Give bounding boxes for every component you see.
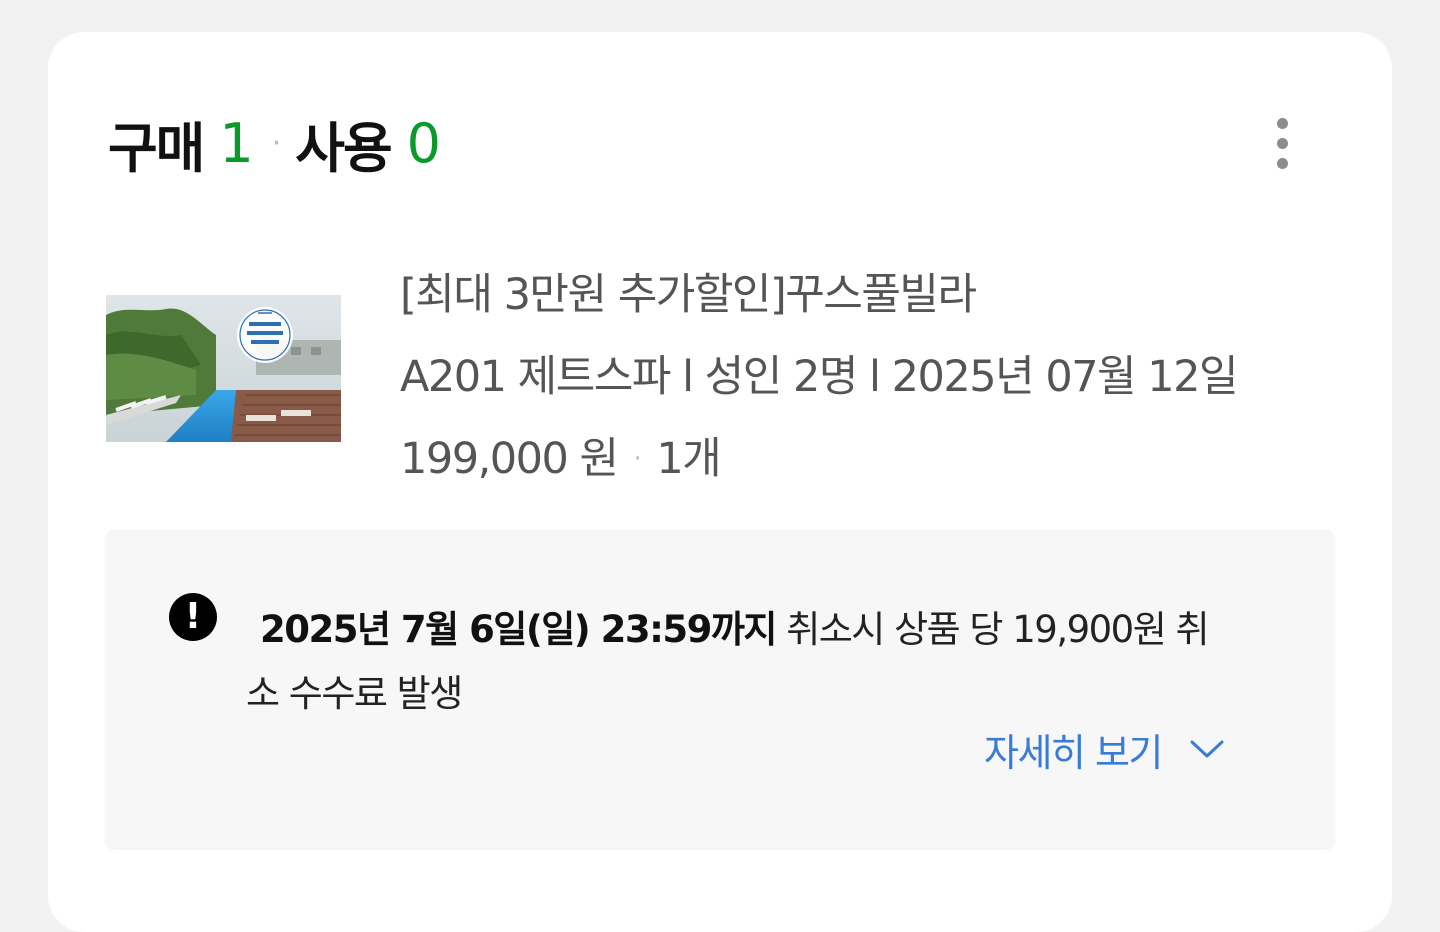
notice-text: 2025년 7월 6일(일) 23:59까지 취소시 상품 당 19,900원 … <box>246 598 1246 726</box>
purchase-label: 구매 <box>108 116 205 180</box>
product-option: A201 제트스파 l 성인 2명 l 2025년 07월 12일 <box>400 352 1239 402</box>
summary-separator: · <box>271 125 282 161</box>
notice-message-part1: 취소시 상품 당 19,900원 취 <box>775 608 1209 651</box>
cancellation-deadline: 2025년 7월 6일(일) 23:59까지 <box>260 608 777 651</box>
pool-villa-image <box>106 295 341 442</box>
order-summary: 구매 1 · 사용 0 <box>108 110 442 180</box>
use-label: 사용 <box>295 116 392 180</box>
chevron-down-icon <box>1190 740 1224 758</box>
more-options-button[interactable] <box>1258 110 1306 176</box>
notice-first-line: 2025년 7월 6일(일) 23:59까지 취소시 상품 당 19,900원 … <box>246 598 1246 662</box>
product-quantity: 1개 <box>656 434 721 484</box>
vertical-dots-icon <box>1276 117 1288 129</box>
purchase-count: 1 <box>219 111 254 175</box>
view-details-label: 자세히 보기 <box>984 730 1163 775</box>
product-price: 199,000 원 <box>400 434 619 484</box>
price-separator: · <box>633 444 642 474</box>
cancellation-notice: ! 2025년 7월 6일(일) 23:59까지 취소시 상품 당 19,900… <box>106 530 1334 848</box>
notice-message-part2: 소 수수료 발생 <box>246 672 463 715</box>
product-info[interactable]: [최대 3만원 추가할인]꾸스풀빌라 A201 제트스파 l 성인 2명 l 2… <box>400 268 1315 486</box>
order-card: 구매 1 · 사용 0 [최대 3만원 추가할인]꾸스풀빌라 A201 제트스파… <box>48 32 1392 932</box>
product-thumbnail[interactable] <box>106 295 341 442</box>
vertical-dots-icon <box>1276 157 1288 169</box>
view-details-button[interactable]: 자세히 보기 <box>984 722 1224 776</box>
exclamation-circle-icon: ! <box>169 593 217 641</box>
use-count: 0 <box>406 111 442 175</box>
product-title: [최대 3만원 추가할인]꾸스풀빌라 <box>400 270 977 320</box>
price-row: 199,000 원 · 1개 <box>400 432 1315 486</box>
vertical-dots-icon <box>1276 137 1288 149</box>
